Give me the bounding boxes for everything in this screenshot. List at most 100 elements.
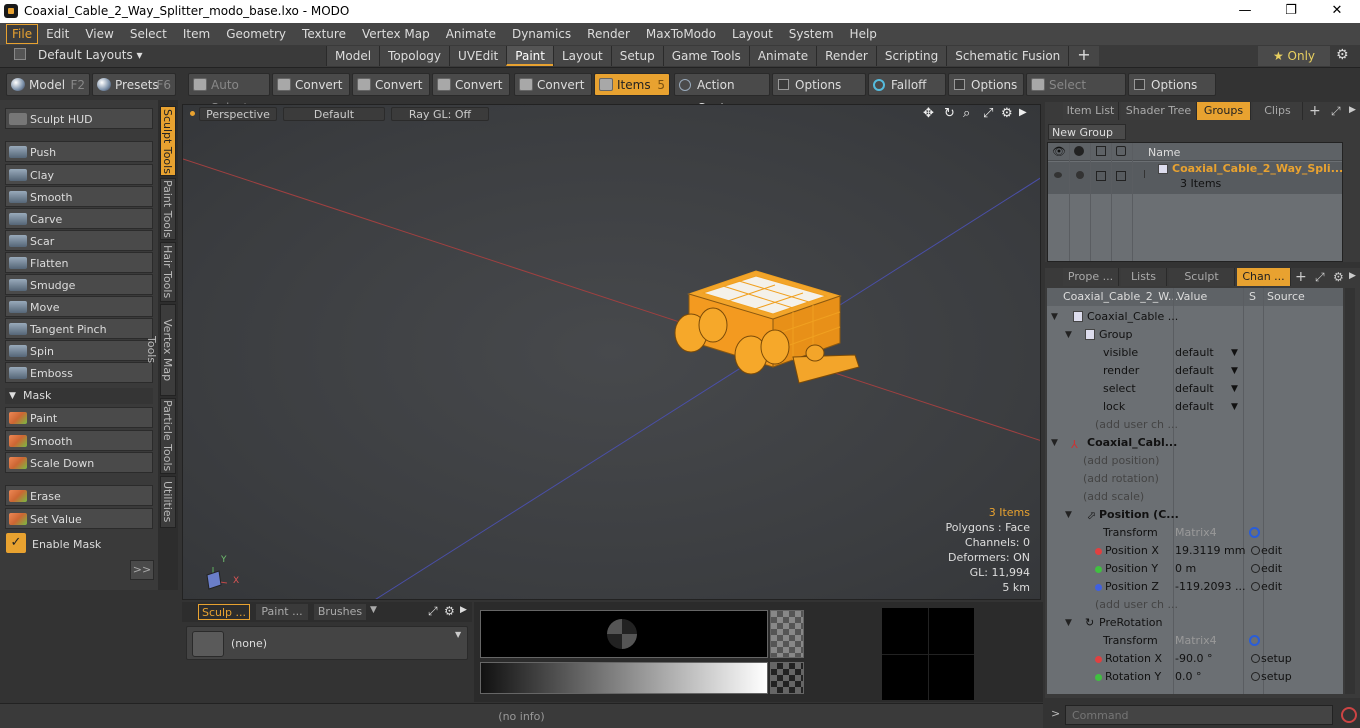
menu-dynamics[interactable]: Dynamics bbox=[504, 23, 579, 45]
channel-row-lock[interactable]: lock default ▼ bbox=[1047, 398, 1343, 416]
tool-push[interactable]: Push bbox=[5, 141, 153, 162]
menu-layout[interactable]: Layout bbox=[724, 23, 781, 45]
options-button-2[interactable]: Options bbox=[948, 73, 1024, 96]
tab-paint-brush[interactable]: Paint ... bbox=[256, 604, 308, 620]
shading-dropdown[interactable]: Default bbox=[283, 107, 385, 121]
new-group-button[interactable]: New Group bbox=[1048, 124, 1126, 140]
vtab-paint-tools[interactable]: Paint Tools bbox=[160, 178, 176, 240]
default-layouts-dropdown[interactable]: Default Layouts ▾ bbox=[38, 48, 143, 62]
tab-schematic-fusion[interactable]: Schematic Fusion bbox=[946, 46, 1069, 66]
tab-item-list[interactable]: Item List bbox=[1063, 102, 1119, 120]
menu-file[interactable]: File bbox=[6, 24, 39, 44]
gradient-swatch[interactable] bbox=[480, 662, 768, 694]
tool-tangent-pinch[interactable]: Tangent Pinch bbox=[5, 318, 153, 339]
vtab-particle-tools[interactable]: Particle Tools bbox=[160, 398, 176, 474]
raygl-dropdown[interactable]: Ray GL: Off bbox=[391, 107, 489, 121]
lock-dropdown-icon[interactable]: ▼ bbox=[1231, 398, 1238, 416]
tab-paint[interactable]: Paint bbox=[506, 46, 553, 66]
channel-row-prerotation[interactable]: ▼ ↻ PreRotation bbox=[1047, 614, 1343, 632]
menu-help[interactable]: Help bbox=[842, 23, 885, 45]
menu-maxtomodo[interactable]: MaxToModo bbox=[638, 23, 724, 45]
tab-groups[interactable]: Groups bbox=[1197, 102, 1251, 120]
command-input[interactable] bbox=[1065, 705, 1333, 725]
tab-game-tools[interactable]: Game Tools bbox=[662, 46, 749, 66]
tool-smooth[interactable]: Smooth bbox=[5, 186, 153, 207]
alpha-swatch[interactable] bbox=[770, 610, 804, 658]
move-view-icon[interactable]: ✥ bbox=[923, 106, 934, 121]
add-panel-tab-icon[interactable]: + bbox=[1295, 269, 1307, 285]
vtab-vertex-map-tools[interactable]: Vertex Map Tools bbox=[145, 304, 176, 396]
menu-view[interactable]: View bbox=[77, 23, 121, 45]
brush-panel-gear-icon[interactable]: ⚙ bbox=[444, 604, 455, 618]
panel-more-icon[interactable]: ▶ bbox=[1349, 105, 1356, 115]
mask-section-header[interactable]: ▼ Mask bbox=[5, 388, 153, 404]
tab-animate[interactable]: Animate bbox=[748, 46, 817, 66]
menu-edit[interactable]: Edit bbox=[38, 23, 77, 45]
menu-geometry[interactable]: Geometry bbox=[218, 23, 294, 45]
convert-button-3[interactable]: Convert bbox=[432, 73, 510, 96]
menu-item[interactable]: Item bbox=[175, 23, 218, 45]
auto-select-button[interactable]: Auto Select bbox=[188, 73, 270, 115]
channel-row-render[interactable]: render default ▼ bbox=[1047, 362, 1343, 380]
rotate-view-icon[interactable]: ↻ bbox=[944, 106, 955, 121]
channel-row-position-x[interactable]: Position X 19.3119 mm edit bbox=[1047, 542, 1343, 560]
tab-sculpt[interactable]: Sculpt bbox=[1169, 268, 1235, 286]
channel-row-position-z[interactable]: Position Z -119.2093 ... edit bbox=[1047, 578, 1343, 596]
select-dropdown-icon[interactable]: ▼ bbox=[1231, 380, 1238, 398]
vtab-sculpt-tools[interactable]: Sculpt Tools bbox=[160, 106, 176, 176]
brush-tab-dropdown-icon[interactable]: ▼ bbox=[370, 605, 377, 615]
alpha-swatch-2[interactable] bbox=[770, 662, 804, 694]
channel-row-root[interactable]: ▼ Coaxial_Cable ... bbox=[1047, 308, 1343, 326]
tool-carve[interactable]: Carve bbox=[5, 208, 153, 229]
zoom-view-icon[interactable]: ⌕ bbox=[963, 106, 970, 121]
mask-paint[interactable]: Paint bbox=[5, 407, 153, 428]
tab-setup[interactable]: Setup bbox=[610, 46, 663, 66]
menu-select[interactable]: Select bbox=[122, 23, 175, 45]
erase-button[interactable]: Erase bbox=[5, 485, 153, 506]
tab-scripting[interactable]: Scripting bbox=[875, 46, 947, 66]
tab-brushes[interactable]: Brushes bbox=[314, 604, 366, 620]
select-through-button[interactable]: Select Through bbox=[1026, 73, 1126, 115]
3d-viewport[interactable]: Y X Perspective Default Ray GL: Off ✥ ↻ … bbox=[182, 104, 1041, 600]
channel-row-add-rotation[interactable]: (add rotation) bbox=[1047, 470, 1343, 488]
tool-move[interactable]: Move bbox=[5, 296, 153, 317]
panel-expand-icon[interactable]: ⤢ bbox=[1331, 104, 1341, 119]
convert-button-1[interactable]: Convert bbox=[272, 73, 350, 96]
channel-row-select[interactable]: select default ▼ bbox=[1047, 380, 1343, 398]
menu-render[interactable]: Render bbox=[579, 23, 638, 45]
set-value-button[interactable]: Set Value bbox=[5, 508, 153, 529]
convert-button-4[interactable]: Convert bbox=[514, 73, 592, 96]
maximize-button[interactable]: ❐ bbox=[1268, 0, 1314, 23]
tab-channels[interactable]: Chan ... bbox=[1237, 268, 1291, 286]
gear-icon[interactable]: ⚙ bbox=[1336, 47, 1349, 63]
viewport-gear-icon[interactable]: ⚙ bbox=[1001, 106, 1013, 121]
menu-vertex-map[interactable]: Vertex Map bbox=[354, 23, 438, 45]
only-toggle[interactable]: ★ Only bbox=[1258, 46, 1330, 66]
channel-row-add-scale[interactable]: (add scale) bbox=[1047, 488, 1343, 506]
mask-smooth[interactable]: Smooth bbox=[5, 430, 153, 451]
enable-mask-checkbox[interactable]: ✓ bbox=[6, 533, 26, 553]
channel-row-transform-2[interactable]: Transform Matrix4 bbox=[1047, 632, 1343, 650]
panel-expand-icon[interactable]: ⤢ bbox=[1315, 270, 1325, 285]
perspective-dropdown[interactable]: Perspective bbox=[199, 107, 277, 121]
channel-row-add-user-2[interactable]: (add user ch ... bbox=[1047, 596, 1343, 614]
tool-smudge[interactable]: Smudge bbox=[5, 274, 153, 295]
tab-properties[interactable]: Prope ... bbox=[1063, 268, 1119, 286]
channel-scrollbar[interactable] bbox=[1345, 288, 1355, 694]
select-toggle-icon[interactable] bbox=[1096, 171, 1106, 181]
panel-more-icon[interactable]: ▶ bbox=[1349, 271, 1356, 281]
minimize-button[interactable]: — bbox=[1222, 0, 1268, 23]
channel-row-transform-1[interactable]: Transform Matrix4 bbox=[1047, 524, 1343, 542]
render-toggle-icon[interactable] bbox=[1076, 171, 1084, 179]
tab-clips[interactable]: Clips bbox=[1253, 102, 1303, 120]
model-button[interactable]: Model F2 bbox=[6, 73, 90, 96]
channel-row-position-y[interactable]: Position Y0 m edit bbox=[1047, 560, 1343, 578]
group-row[interactable]: Coaxial_Cable_2_Way_Spli... 3 Items bbox=[1048, 162, 1343, 194]
action-center-button[interactable]: Action Center bbox=[674, 73, 770, 115]
lock-toggle-icon[interactable] bbox=[1116, 171, 1126, 181]
tab-layout[interactable]: Layout bbox=[552, 46, 611, 66]
panel-gear-icon[interactable]: ⚙ bbox=[1333, 270, 1344, 284]
sculpt-hud-button[interactable]: Sculpt HUD bbox=[5, 108, 153, 129]
vtab-hair-tools[interactable]: Hair Tools bbox=[160, 242, 176, 302]
tab-topology[interactable]: Topology bbox=[379, 46, 450, 66]
